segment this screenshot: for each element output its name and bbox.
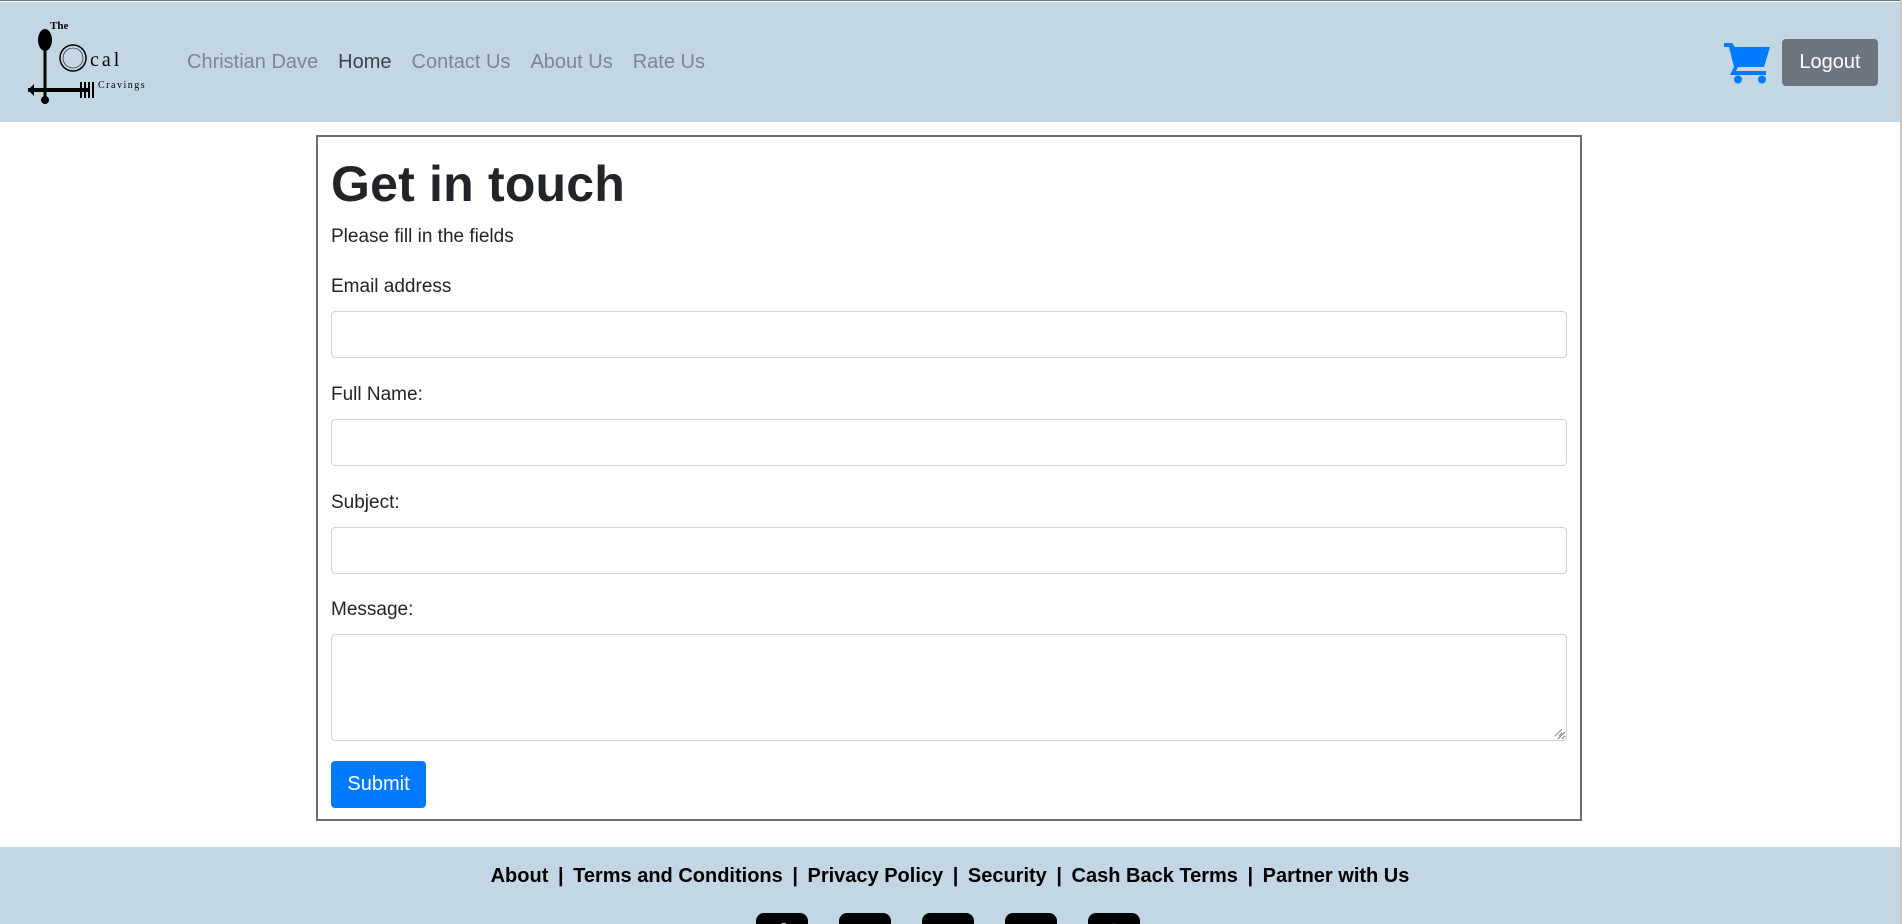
contact-form-card: Get in touch Please fill in the fields E… (316, 135, 1582, 821)
instagram-icon[interactable]: ◎ (839, 913, 891, 924)
message-field[interactable] (331, 634, 1567, 741)
footer-link-about[interactable]: About (491, 865, 549, 887)
brand-logo[interactable]: The cal Cravings (26, 18, 158, 106)
footer-link-terms[interactable]: Terms and Conditions (573, 865, 783, 887)
pinterest-icon[interactable]: ℗ (1088, 913, 1140, 924)
social-icons: f ◎ ℗ (756, 913, 1140, 924)
email-field[interactable] (331, 311, 1567, 358)
logout-button[interactable]: Logout (1782, 39, 1878, 86)
nav-link-contact-us[interactable]: Contact Us (412, 51, 511, 74)
nav-link-home[interactable]: Home (338, 51, 391, 74)
footer-link-security[interactable]: Security (968, 865, 1047, 887)
footer-separator: | (792, 865, 798, 887)
full-name-field[interactable] (331, 419, 1567, 466)
footer-separator: | (952, 865, 959, 887)
twitter-icon[interactable] (922, 913, 974, 924)
main-nav: Christian Dave Home Contact Us About Us … (187, 51, 705, 74)
subject-field[interactable] (331, 527, 1567, 574)
footer-links: About | Terms and Conditions | Privacy P… (0, 865, 1900, 888)
facebook-icon[interactable]: f (756, 913, 808, 924)
nav-link-user-profile[interactable]: Christian Dave (187, 51, 318, 74)
message-label: Message: (331, 599, 414, 620)
footer-link-privacy[interactable]: Privacy Policy (807, 865, 943, 887)
subject-label: Subject: (331, 492, 400, 513)
page-title: Get in touch (331, 156, 626, 212)
navbar: The cal Cravings Christian Dave Home Con… (0, 2, 1900, 122)
resize-handle-icon[interactable] (1553, 727, 1563, 737)
message-field-wrapper (331, 634, 1567, 741)
footer-link-cash-back-terms[interactable]: Cash Back Terms (1072, 865, 1238, 887)
nav-link-rate-us[interactable]: Rate Us (633, 51, 705, 74)
email-label: Email address (331, 276, 452, 297)
footer-separator: | (557, 865, 564, 887)
footer-separator: | (1247, 865, 1254, 887)
footer-link-partner[interactable]: Partner with Us (1263, 865, 1410, 887)
full-name-label: Full Name: (331, 384, 423, 405)
svg-text:cal: cal (90, 49, 122, 71)
svg-text:Cravings: Cravings (98, 80, 146, 91)
local-cravings-logo: The cal Cravings (28, 20, 146, 104)
form-subtitle: Please fill in the fields (331, 226, 514, 247)
page: The cal Cravings Christian Dave Home Con… (0, 0, 1900, 924)
nav-link-about-us[interactable]: About Us (530, 51, 612, 74)
svg-text:The: The (50, 20, 68, 32)
footer-separator: | (1056, 865, 1062, 887)
shopping-cart-icon[interactable] (1724, 40, 1772, 84)
submit-button[interactable]: Submit (331, 761, 426, 808)
footer: About | Terms and Conditions | Privacy P… (0, 847, 1900, 924)
youtube-icon[interactable] (1005, 913, 1057, 924)
